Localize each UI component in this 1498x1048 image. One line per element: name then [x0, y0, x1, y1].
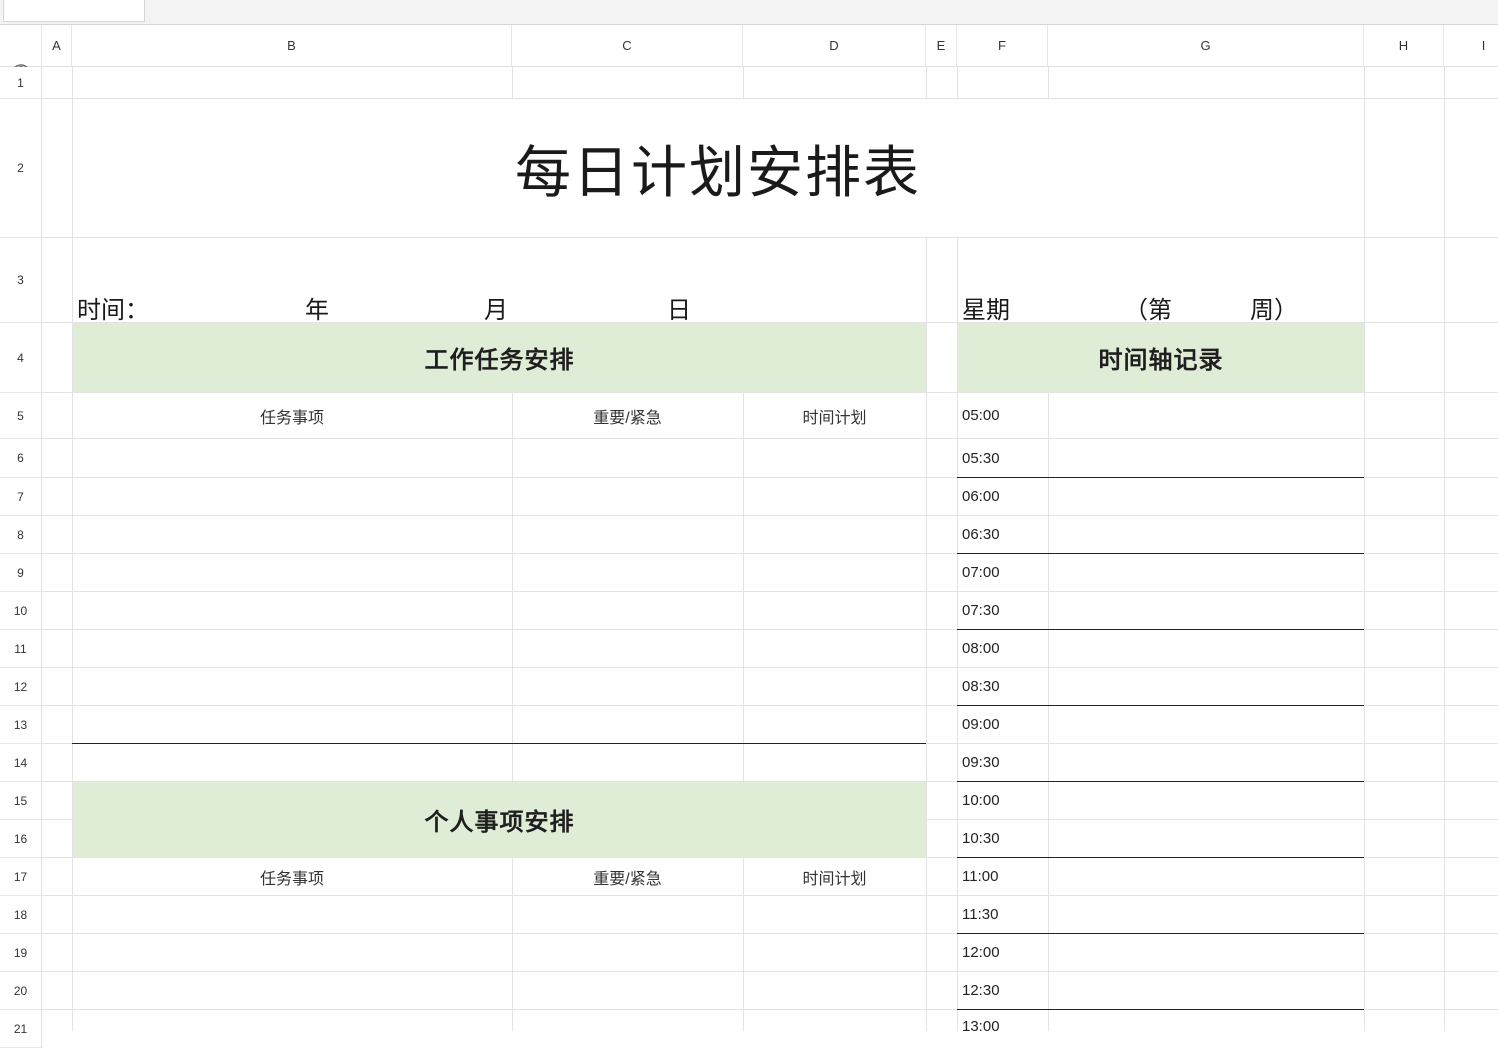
row-header-6[interactable]: 6	[0, 439, 42, 478]
work-col-task: 任务事项	[259, 410, 324, 427]
row-header-2[interactable]: 2	[0, 99, 42, 238]
time-slot: 06:00	[962, 488, 1000, 505]
row-header-10[interactable]: 10	[0, 592, 42, 630]
time-slot: 07:00	[962, 564, 1000, 581]
row-header-11[interactable]: 11	[0, 630, 42, 668]
page-title: 每日计划安排表	[515, 141, 921, 204]
row-header-5[interactable]: 5	[0, 393, 42, 439]
column-header-g[interactable]: G	[1048, 25, 1364, 67]
row-header-7[interactable]: 7	[0, 478, 42, 516]
column-header-d[interactable]: D	[743, 25, 926, 67]
column-header-a[interactable]: A	[42, 25, 72, 67]
year-label: 年	[305, 297, 329, 324]
time-slot: 07:30	[962, 602, 1000, 619]
personal-col-task: 任务事项	[259, 871, 324, 888]
row-header-3[interactable]: 3	[0, 238, 42, 323]
row-header-18[interactable]: 18	[0, 896, 42, 934]
day-label: 日	[667, 297, 691, 324]
row-header-4[interactable]: 4	[0, 323, 42, 393]
row-header-15[interactable]: 15	[0, 782, 42, 820]
row-header-20[interactable]: 20	[0, 972, 42, 1010]
time-slot: 09:30	[962, 754, 1000, 771]
week-open-label: （第	[1124, 297, 1172, 324]
personal-col-priority: 重要/紧急	[593, 871, 662, 888]
row-header-21[interactable]: 21	[0, 1010, 42, 1048]
work-col-priority: 重要/紧急	[593, 410, 662, 427]
time-slot: 05:00	[962, 407, 1000, 424]
column-header-c[interactable]: C	[512, 25, 743, 67]
work-section-header[interactable]: 工作任务安排	[73, 323, 926, 392]
row-header-9[interactable]: 9	[0, 554, 42, 592]
personal-col-plan: 时间计划	[802, 871, 867, 888]
name-box[interactable]	[3, 0, 145, 22]
row-header-16[interactable]: 16	[0, 820, 42, 858]
time-slot: 11:30	[962, 906, 999, 923]
work-table-bottom-border	[72, 743, 926, 744]
column-header-i[interactable]: I	[1444, 25, 1498, 67]
time-slot: 11:00	[962, 868, 999, 885]
month-label: 月	[484, 297, 508, 324]
time-slot: 12:30	[962, 982, 1000, 999]
time-slot: 05:30	[962, 450, 1000, 467]
work-col-plan: 时间计划	[802, 410, 867, 427]
weekday-label: 星期	[962, 297, 1010, 324]
time-slot: 08:00	[962, 640, 1000, 657]
time-slot: 06:30	[962, 526, 1000, 543]
formula-bar	[0, 0, 1498, 25]
time-slot: 08:30	[962, 678, 1000, 695]
select-all-corner[interactable]	[0, 25, 42, 74]
row-header-1[interactable]: 1	[0, 67, 42, 99]
row-header-8[interactable]: 8	[0, 516, 42, 554]
column-header-e[interactable]: E	[926, 25, 957, 67]
time-label: 时间：	[77, 297, 149, 324]
time-slot: 09:00	[962, 716, 1000, 733]
row-header-12[interactable]: 12	[0, 668, 42, 706]
row-header-14[interactable]: 14	[0, 744, 42, 782]
time-slot: 13:00	[962, 1018, 1000, 1035]
time-slot: 12:00	[962, 944, 1000, 961]
week-close-label: 周）	[1250, 297, 1298, 324]
time-slot: 10:30	[962, 830, 1000, 847]
column-header-f[interactable]: F	[957, 25, 1048, 67]
column-header-h[interactable]: H	[1364, 25, 1444, 67]
timeline-header[interactable]: 时间轴记录	[958, 323, 1364, 392]
column-header-b[interactable]: B	[72, 25, 512, 67]
row-header-13[interactable]: 13	[0, 706, 42, 744]
row-header-17[interactable]: 17	[0, 858, 42, 896]
row-header-19[interactable]: 19	[0, 934, 42, 972]
time-slot: 10:00	[962, 792, 1000, 809]
personal-section-header[interactable]: 个人事项安排	[73, 782, 926, 857]
